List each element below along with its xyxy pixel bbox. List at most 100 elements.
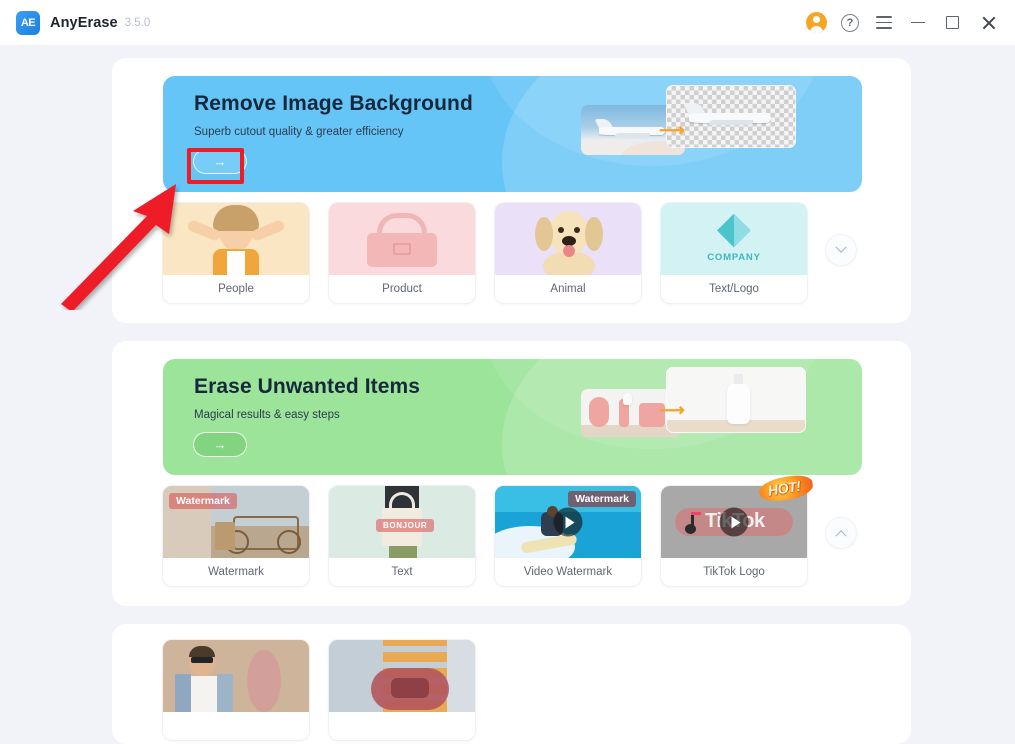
card-thumb-text: BONJOUR xyxy=(329,486,475,558)
section-erase-unwanted-items: Erase Unwanted Items Magical results & e… xyxy=(112,341,911,606)
card-row-more xyxy=(163,640,862,740)
chevron-down-icon xyxy=(835,241,847,253)
minimize-button[interactable] xyxy=(901,0,935,45)
play-button-tiktok[interactable] xyxy=(719,507,749,537)
card-thumb-more-1 xyxy=(163,640,309,712)
card-text-logo[interactable]: COMPANY Text/Logo xyxy=(661,203,807,303)
dog-tongue xyxy=(563,245,575,257)
avatar-body xyxy=(809,26,823,33)
maximize-button[interactable] xyxy=(935,0,969,45)
card-thumb-text-logo: COMPANY xyxy=(661,203,807,275)
help-button[interactable]: ? xyxy=(833,0,867,45)
play-icon xyxy=(565,516,574,528)
car-roof xyxy=(391,678,429,698)
maximize-icon xyxy=(945,16,959,29)
close-button[interactable] xyxy=(969,0,1009,45)
pink-bag xyxy=(329,203,475,275)
bottle-main xyxy=(727,382,750,424)
man-jacket-right xyxy=(217,674,233,712)
video-watermark-overlay-text: Watermark xyxy=(568,491,636,507)
card-row-background: People Product Animal COMPANY Text/Logo xyxy=(163,203,862,303)
erase-items-cta-button[interactable]: → xyxy=(193,432,247,457)
annotation-pointer-arrow xyxy=(61,184,176,310)
card-label-video-watermark: Video Watermark xyxy=(523,566,613,578)
minimize-icon xyxy=(911,21,925,24)
transform-arrow-icon: ⟶ xyxy=(659,120,685,140)
man-hair xyxy=(189,646,215,657)
help-icon: ? xyxy=(841,13,859,32)
collapse-erase-categories-button[interactable] xyxy=(826,518,856,548)
card-thumb-video-watermark: Watermark xyxy=(495,486,641,558)
diamond-left xyxy=(717,213,734,248)
plane-wing-after xyxy=(707,120,755,126)
avatar-head xyxy=(812,15,820,23)
bicycle-wheel-front xyxy=(277,530,301,554)
app-logo-icon: AE xyxy=(16,10,40,35)
card-thumb-animal xyxy=(495,203,641,275)
card-thumb-product xyxy=(329,203,475,275)
card-label-tiktok-logo: TikTok Logo xyxy=(703,566,765,578)
card-watermark[interactable]: Watermark Watermark xyxy=(163,486,309,586)
plane-wing-before xyxy=(613,133,653,138)
account-button[interactable] xyxy=(799,0,833,45)
card-more-1[interactable] xyxy=(163,640,309,740)
bag-handle xyxy=(377,213,427,233)
play-button-video-watermark[interactable] xyxy=(553,507,583,537)
play-icon xyxy=(731,516,740,528)
banner-erase-unwanted-items[interactable]: Erase Unwanted Items Magical results & e… xyxy=(163,359,862,475)
bottle-small xyxy=(623,393,632,405)
banner-subtitle: Magical results & easy steps xyxy=(194,409,340,421)
card-row-erase: Watermark Watermark BONJOUR Text Waterma… xyxy=(163,472,862,586)
bicycle-bag xyxy=(215,522,235,550)
card-label-animal: Animal xyxy=(550,283,586,295)
girl-hair xyxy=(213,205,259,231)
man-sunglasses xyxy=(191,657,213,663)
text-overlay-bonjour: BONJOUR xyxy=(376,519,435,532)
menu-icon xyxy=(876,13,892,32)
app-version: 3.5.0 xyxy=(124,16,151,29)
card-product[interactable]: Product xyxy=(329,203,475,303)
menu-button[interactable] xyxy=(867,0,901,45)
dog-ear-right xyxy=(585,217,603,251)
card-animal[interactable]: Animal xyxy=(495,203,641,303)
dog-eye-right xyxy=(574,227,580,233)
car-photo xyxy=(329,640,475,712)
card-more-2[interactable] xyxy=(329,640,475,740)
pink-item-1 xyxy=(589,397,609,427)
banner-remove-background[interactable]: Remove Image Background Superb cutout qu… xyxy=(163,76,862,192)
transform-arrow-icon-erase: ⟶ xyxy=(659,400,685,420)
company-logo-text: COMPANY xyxy=(707,251,761,263)
golden-dog xyxy=(495,203,641,275)
close-icon xyxy=(981,15,997,31)
expand-background-categories-button[interactable] xyxy=(826,235,856,265)
section-remove-background: Remove Image Background Superb cutout qu… xyxy=(112,58,911,323)
card-thumb-more-2 xyxy=(329,640,475,712)
bottle-cap xyxy=(734,374,743,384)
banner-title: Remove Image Background xyxy=(194,92,473,115)
girl-overalls xyxy=(227,251,245,275)
banner-title: Erase Unwanted Items xyxy=(194,375,421,398)
account-avatar-icon xyxy=(805,12,827,33)
app-name: AnyErase xyxy=(50,14,118,31)
banner-art-after xyxy=(666,85,796,148)
dog-eye-left xyxy=(558,227,564,233)
chevron-up-icon xyxy=(835,530,847,542)
card-label-more-2 xyxy=(329,712,475,740)
annotation-highlight-box xyxy=(187,148,244,184)
man-photo xyxy=(163,640,309,712)
card-text[interactable]: BONJOUR Text xyxy=(329,486,475,586)
card-label-product: Product xyxy=(382,283,422,295)
banner-art-after-erase xyxy=(666,367,806,433)
title-bar: AE AnyErase 3.5.0 ? xyxy=(0,0,1015,45)
card-tiktok-logo[interactable]: TikTok HOT! TikTok Logo xyxy=(661,472,815,586)
card-label-text-logo: Text/Logo xyxy=(709,283,759,295)
watermark-overlay-text: Watermark xyxy=(169,493,237,509)
company-diamond-icon xyxy=(717,213,751,248)
card-video-watermark[interactable]: Watermark Video Watermark xyxy=(495,486,641,586)
man-jacket-left xyxy=(175,674,191,712)
blurred-person xyxy=(247,650,281,712)
card-thumb-watermark: Watermark xyxy=(163,486,309,558)
diamond-right xyxy=(734,213,751,248)
bag-clasp xyxy=(393,243,411,255)
sidewalk xyxy=(447,640,475,712)
